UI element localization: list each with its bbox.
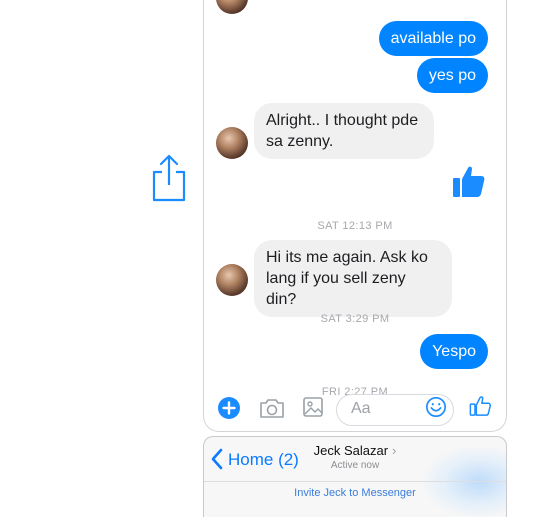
thumbs-up-icon[interactable] <box>452 164 486 198</box>
contact-avatar[interactable] <box>216 127 248 159</box>
share-icon[interactable] <box>150 154 188 202</box>
contact-name[interactable]: Jeck Salazar › <box>204 443 506 458</box>
camera-icon[interactable] <box>259 397 285 419</box>
contact-name-text: Jeck Salazar <box>313 443 389 458</box>
contact-avatar[interactable] <box>216 264 248 296</box>
outgoing-message[interactable]: available po <box>378 21 488 56</box>
chevron-right-icon: › <box>392 443 397 458</box>
active-status: Active now <box>330 460 380 471</box>
message-placeholder: Aa <box>351 400 371 417</box>
nav-header: Home (2) Jeck Salazar › Active now <box>204 437 506 481</box>
image-icon[interactable] <box>302 396 324 418</box>
timestamp: SAT 3:29 PM <box>320 313 390 325</box>
chat-navigation-bar: Home (2) Jeck Salazar › Active now Invite… <box>203 436 507 517</box>
outgoing-message[interactable]: Yespo <box>420 334 488 369</box>
composer-bar: Aa <box>204 390 506 430</box>
timestamp: SAT 12:13 PM <box>317 220 393 232</box>
divider <box>204 481 506 482</box>
emoji-icon[interactable] <box>425 396 447 418</box>
incoming-message[interactable]: Hi its me again. Ask ko lang if you sell… <box>254 240 452 317</box>
conversation-panel: available po yes po Alright.. I thought … <box>203 0 507 432</box>
plus-icon[interactable] <box>217 396 241 420</box>
invite-link[interactable]: Invite Jeck to Messenger <box>204 487 506 499</box>
incoming-message[interactable]: Alright.. I thought pde sa zenny. <box>254 103 434 159</box>
thumbs-up-icon[interactable] <box>469 395 491 417</box>
contact-avatar[interactable] <box>216 0 248 14</box>
outgoing-message[interactable]: yes po <box>416 58 488 93</box>
